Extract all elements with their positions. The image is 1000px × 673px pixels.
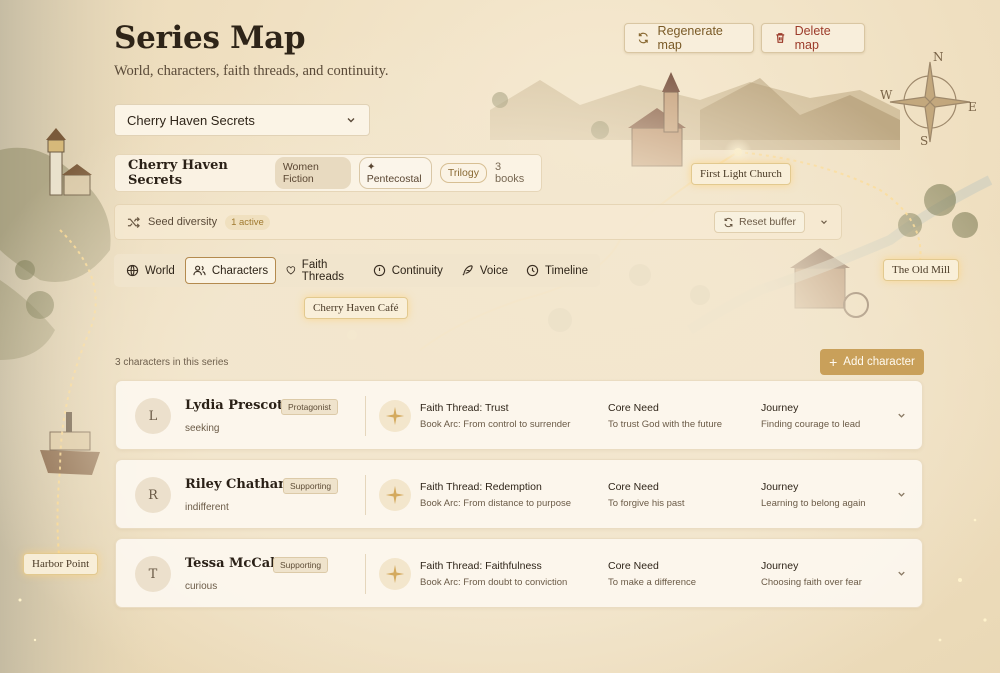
regenerate-map-button[interactable]: Regenerate map: [624, 23, 754, 53]
tab-label: Faith Threads: [301, 258, 344, 283]
tab-label: Characters: [211, 264, 269, 277]
character-name: Lydia Prescott: [185, 398, 290, 413]
tab-world[interactable]: World: [118, 257, 183, 284]
divider: [365, 554, 366, 594]
tab-continuity[interactable]: Continuity: [365, 257, 451, 284]
tab-characters[interactable]: Characters: [184, 257, 277, 284]
core-need-label: Core Need: [608, 402, 659, 414]
map-label-harbor[interactable]: Harbor Point: [23, 553, 99, 575]
character-status: seeking: [185, 423, 220, 434]
map-label-mill[interactable]: The Old Mill: [883, 259, 960, 281]
chevron-down-icon: [347, 118, 355, 123]
users-icon: [193, 265, 206, 276]
book-arc: Book Arc: From control to surrender: [420, 419, 571, 430]
shuffle-icon: [127, 216, 140, 228]
role-badge: Protagonist: [281, 399, 338, 415]
journey-label: Journey: [761, 560, 799, 572]
heart-icon: [286, 266, 296, 275]
chevron-down-icon[interactable]: [896, 568, 907, 579]
page-subtitle: World, characters, faith threads, and co…: [114, 63, 389, 79]
compass-s: S: [920, 134, 929, 148]
series-select-value: Cherry Haven Secrets: [127, 112, 255, 128]
tab-voice[interactable]: Voice: [453, 257, 516, 284]
character-status: curious: [185, 581, 218, 592]
chevron-down-icon[interactable]: [819, 217, 829, 227]
faith-thread: Faith Thread: Faithfulness: [420, 560, 542, 572]
clock-icon: [526, 264, 539, 277]
genre-chip: Women Fiction: [274, 157, 351, 189]
avatar: L: [135, 398, 171, 434]
book-arc: Book Arc: From doubt to conviction: [420, 577, 568, 588]
core-need-value: To forgive his past: [608, 498, 685, 509]
chevron-down-icon[interactable]: [896, 489, 907, 500]
journey-label: Journey: [761, 402, 799, 414]
journey-value: Finding courage to lead: [761, 419, 861, 430]
tab-faith-threads[interactable]: Faith Threads: [278, 257, 363, 284]
journey-value: Choosing faith over fear: [761, 577, 862, 588]
divider: [365, 475, 366, 515]
character-count: 3 characters in this series: [115, 357, 229, 368]
tab-label: Voice: [479, 264, 508, 277]
compass-w: W: [880, 88, 893, 102]
character-name: Tessa McCall: [185, 556, 280, 571]
regenerate-map-label: Regenerate map: [657, 24, 723, 52]
tab-label: Timeline: [544, 264, 588, 277]
delete-map-label: Delete map: [794, 24, 831, 52]
active-count-badge: 1 active: [225, 214, 270, 230]
avatar: T: [135, 556, 171, 592]
format-chip: Trilogy: [439, 163, 487, 183]
book-count: 3 books: [494, 161, 525, 185]
plus-icon: +: [829, 354, 838, 370]
faith-thread: Faith Thread: Redemption: [420, 481, 542, 493]
faith-star-icon: [379, 558, 411, 590]
core-need-value: To trust God with the future: [608, 419, 723, 430]
refresh-icon: [724, 217, 733, 227]
reset-buffer-label: Reset buffer: [738, 216, 796, 228]
tab-label: Continuity: [391, 264, 443, 277]
map-label-cafe[interactable]: Cherry Haven Café: [304, 297, 408, 319]
faith-star-icon: [379, 479, 411, 511]
delete-map-button[interactable]: Delete map: [761, 23, 865, 53]
character-card[interactable]: L Lydia Prescott Protagonist seeking Fai…: [115, 380, 923, 450]
character-status: indifferent: [185, 502, 229, 513]
map-label-church[interactable]: First Light Church: [691, 163, 791, 185]
character-card[interactable]: T Tessa McCall Supporting curious Faith …: [115, 538, 923, 608]
core-need-value: To make a difference: [608, 577, 697, 588]
role-badge: Supporting: [283, 478, 339, 494]
page-title: Series Map: [114, 20, 306, 56]
divider: [365, 396, 366, 436]
character-name: Riley Chatham: [185, 477, 292, 492]
alert-circle-icon: [373, 264, 385, 277]
chevron-down-icon[interactable]: [896, 410, 907, 421]
add-character-label: Add character: [843, 356, 915, 368]
faith-star-icon: [379, 400, 411, 432]
add-character-button[interactable]: + Add character: [820, 349, 924, 375]
faith-thread: Faith Thread: Trust: [420, 402, 509, 414]
section-tabs: World Characters Faith Threads Continuit…: [114, 254, 600, 287]
seed-diversity-bar: Seed diversity 1 active Reset buffer: [114, 204, 842, 240]
reset-buffer-button[interactable]: Reset buffer: [713, 211, 805, 233]
series-name: Cherry Haven Secrets: [128, 158, 228, 188]
trash-icon: [776, 33, 785, 43]
refresh-icon: [638, 32, 648, 44]
globe-icon: [126, 264, 139, 277]
tab-label: World: [145, 264, 175, 277]
tradition-chip: ✦ Pentecostal: [358, 157, 432, 189]
seed-diversity-label: Seed diversity: [148, 216, 218, 228]
journey-value: Learning to belong again: [761, 498, 866, 509]
compass-e: E: [968, 100, 977, 114]
series-select[interactable]: Cherry Haven Secrets: [114, 104, 370, 136]
role-badge: Supporting: [273, 557, 329, 573]
core-need-label: Core Need: [608, 560, 659, 572]
book-arc: Book Arc: From distance to purpose: [420, 498, 572, 509]
compass-n: N: [933, 50, 944, 64]
tab-timeline[interactable]: Timeline: [518, 257, 596, 284]
journey-label: Journey: [761, 481, 799, 493]
series-summary: Cherry Haven Secrets Women Fiction ✦ Pen…: [114, 154, 542, 192]
core-need-label: Core Need: [608, 481, 659, 493]
character-card[interactable]: R Riley Chatham Supporting indifferent F…: [115, 459, 923, 529]
avatar: R: [135, 477, 171, 513]
quill-icon: [462, 265, 473, 276]
